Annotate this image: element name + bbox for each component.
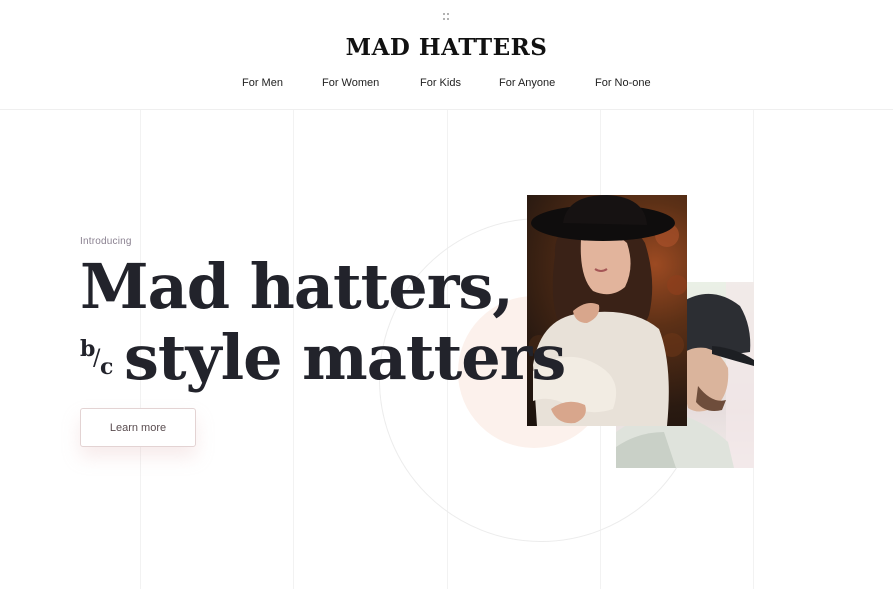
- bc-abbreviation: b / c: [80, 332, 116, 382]
- hero-eyebrow: Introducing: [80, 236, 132, 247]
- learn-more-button[interactable]: Learn more: [80, 408, 196, 447]
- nav-item-women[interactable]: For Women: [322, 77, 379, 89]
- site-logo[interactable]: MAD HATTERS: [0, 34, 893, 61]
- nav-item-kids[interactable]: For Kids: [420, 77, 461, 89]
- headline-line-2-text: style matters: [124, 320, 566, 394]
- nav-item-anyone[interactable]: For Anyone: [499, 77, 555, 89]
- headline-line-2: b / c style matters: [80, 320, 566, 394]
- site-header: MAD HATTERS For Men For Women For Kids F…: [0, 0, 893, 110]
- nav-item-no-one[interactable]: For No-one: [595, 77, 651, 89]
- nav-item-men[interactable]: For Men: [242, 77, 283, 89]
- bc-letter-c: c: [100, 354, 114, 380]
- main-nav: For Men For Women For Kids For Anyone Fo…: [0, 77, 893, 93]
- headline-line-1: Mad hatters,: [80, 250, 514, 323]
- landing-page: MAD HATTERS For Men For Women For Kids F…: [0, 0, 893, 589]
- hero-headline: Mad hatters, b / c style matters: [80, 250, 566, 394]
- grid-dots-icon[interactable]: [443, 13, 451, 21]
